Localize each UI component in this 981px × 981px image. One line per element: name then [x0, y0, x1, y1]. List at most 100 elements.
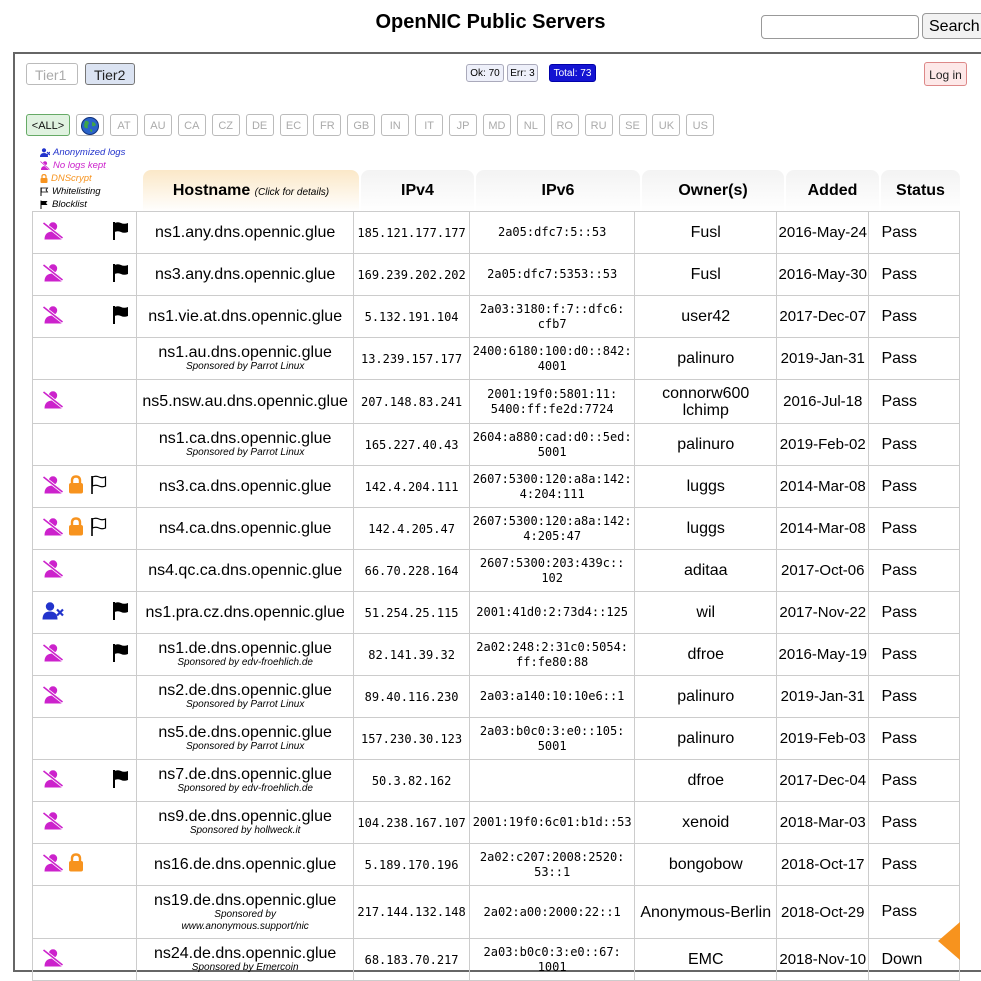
hostname-header-note: (Click for details) [254, 187, 330, 198]
hostname-link[interactable]: ns2.de.dns.opennic.glue [137, 682, 353, 699]
filter-uk-button[interactable]: UK [652, 114, 681, 136]
hostname-cell[interactable]: ns5.de.dns.opennic.glue Sponsored by Parr… [136, 717, 355, 760]
filter-au-button[interactable]: AU [143, 114, 172, 136]
hostname-cell[interactable]: ns1.vie.at.dns.opennic.glue [136, 295, 355, 338]
hostname-link[interactable]: ns5.nsw.au.dns.opennic.glue [137, 393, 353, 410]
ipv6-line: 2a02:a00:2000:22::1 [483, 904, 621, 919]
legend-blocklist-label: Blocklist [52, 199, 87, 210]
hostname-link[interactable]: ns1.ca.dns.opennic.glue [137, 430, 353, 447]
ipv4-cell: 13.239.157.177 [353, 337, 470, 380]
login-button[interactable]: Log in [924, 62, 967, 86]
filter-ca-button[interactable]: CA [177, 114, 206, 136]
hostname-cell[interactable]: ns1.any.dns.opennic.glue [136, 211, 355, 254]
total-count-badge[interactable]: Total: 73 [549, 64, 596, 82]
feature-icons-cell [31, 885, 138, 939]
hostname-link[interactable]: ns7.de.dns.opennic.glue [137, 766, 353, 783]
hostname-link[interactable]: ns3.ca.dns.opennic.glue [137, 478, 353, 495]
hostname-cell[interactable]: ns1.au.dns.opennic.glue Sponsored by Parr… [136, 337, 355, 380]
hostname-cell[interactable]: ns1.pra.cz.dns.opennic.glue [136, 591, 355, 634]
hostname-link[interactable]: ns1.vie.at.dns.opennic.glue [137, 308, 353, 325]
filter-cz-button[interactable]: CZ [211, 114, 240, 136]
tier2-button[interactable]: Tier2 [85, 63, 135, 85]
hostname-cell[interactable]: ns2.de.dns.opennic.glue Sponsored by Parr… [136, 675, 355, 718]
status-cell: Pass [868, 801, 960, 844]
ipv6-line: 2607:5300:203:439c:: [479, 555, 625, 570]
ok-count-badge[interactable]: Ok: 70 [466, 64, 504, 82]
column-header-hostname[interactable]: Hostname (Click for details) [143, 170, 359, 212]
column-header-ipv4[interactable]: IPv4 [361, 170, 474, 212]
hostname-link[interactable]: ns1.de.dns.opennic.glue [137, 640, 353, 657]
hostname-cell[interactable]: ns4.ca.dns.opennic.glue [136, 507, 355, 550]
filter-ro-button[interactable]: RO [550, 114, 579, 136]
filter-ec-button[interactable]: EC [279, 114, 308, 136]
search-button[interactable]: Search [922, 13, 981, 39]
status-cell: Pass [868, 253, 960, 296]
ipv6-cell: 2001:19f0:6c01:b1d::53 [468, 801, 636, 844]
hostname-link[interactable]: ns9.de.dns.opennic.glue [137, 808, 353, 825]
filter-us-button[interactable]: US [686, 114, 715, 136]
hostname-cell[interactable]: ns16.de.dns.opennic.glue [136, 843, 355, 886]
hostname-cell[interactable]: ns7.de.dns.opennic.glue Sponsored by edv-… [136, 759, 355, 802]
hostname-link[interactable]: ns16.de.dns.opennic.glue [137, 856, 353, 873]
column-header-added[interactable]: Added [786, 170, 879, 212]
hostname-link[interactable]: ns4.ca.dns.opennic.glue [137, 520, 353, 537]
hostname-cell[interactable]: ns1.de.dns.opennic.glue Sponsored by edv-… [136, 633, 355, 676]
hostname-link[interactable]: ns3.any.dns.opennic.glue [137, 266, 353, 283]
ipv6-line: 2a03:b0c0:3:e0::67: [483, 944, 621, 959]
hostname-link[interactable]: ns1.any.dns.opennic.glue [137, 224, 353, 241]
filter-in-button[interactable]: IN [381, 114, 410, 136]
filter-ru-button[interactable]: RU [584, 114, 613, 136]
ipv6-line: 2a02:c207:2008:2520: [479, 849, 625, 864]
hostname-cell[interactable]: ns1.ca.dns.opennic.glue Sponsored by Parr… [136, 423, 355, 466]
hostname-cell[interactable]: ns19.de.dns.opennic.glue Sponsored by www.… [136, 885, 355, 939]
filter-at-button[interactable]: AT [110, 114, 138, 136]
hostname-cell[interactable]: ns9.de.dns.opennic.glue Sponsored by holl… [136, 801, 355, 844]
hostname-link[interactable]: ns19.de.dns.opennic.glue [137, 892, 353, 909]
hostname-cell[interactable]: ns3.ca.dns.opennic.glue [136, 465, 355, 508]
anonymized-logs-icon [42, 601, 64, 624]
hostname-cell[interactable]: ns5.nsw.au.dns.opennic.glue [136, 379, 355, 424]
ipv6-cell: 2607:5300:203:439c:: 102 [468, 549, 636, 592]
column-header-status[interactable]: Status [881, 170, 960, 212]
hostname-link[interactable]: ns24.de.dns.opennic.glue [137, 945, 353, 962]
added-date-cell: 2016-May-19 [776, 633, 870, 676]
no-logs-icon [42, 475, 64, 498]
ipv4-cell: 5.132.191.104 [353, 295, 470, 338]
filter-nl-button[interactable]: NL [516, 114, 545, 136]
added-date-cell: 2019-Jan-31 [776, 337, 870, 380]
owner-cell: dfroe [634, 759, 778, 802]
hostname-link[interactable]: ns5.de.dns.opennic.glue [137, 724, 353, 741]
tier1-button[interactable]: Tier1 [26, 63, 78, 85]
search-input[interactable] [761, 15, 919, 39]
filter-md-button[interactable]: MD [482, 114, 511, 136]
ipv4-cell: 207.148.83.241 [353, 379, 470, 424]
filter-de-button[interactable]: DE [245, 114, 274, 136]
globe-filter-button[interactable] [76, 114, 104, 136]
hostname-cell[interactable]: ns3.any.dns.opennic.glue [136, 253, 355, 296]
no-logs-icon [42, 390, 64, 413]
owner-cell: palinuro [634, 337, 778, 380]
status-cell: Pass [868, 549, 960, 592]
filter-se-button[interactable]: SE [618, 114, 647, 136]
filter-gb-button[interactable]: GB [347, 114, 376, 136]
server-table: ns1.any.dns.opennic.glue 185.121.177.177 2… [31, 211, 960, 981]
hostname-link[interactable]: ns1.au.dns.opennic.glue [137, 344, 353, 361]
column-header-ipv6[interactable]: IPv6 [476, 170, 640, 212]
filter-it-button[interactable]: IT [415, 114, 444, 136]
ipv4-cell: 51.254.25.115 [353, 591, 470, 634]
column-header-owner[interactable]: Owner(s) [642, 170, 784, 212]
table-row: ns1.ca.dns.opennic.glue Sponsored by Parr… [31, 423, 960, 466]
hostname-cell[interactable]: ns4.qc.ca.dns.opennic.glue [136, 549, 355, 592]
hostname-link[interactable]: ns4.qc.ca.dns.opennic.glue [137, 562, 353, 579]
filter-all-button[interactable]: <ALL> [26, 114, 70, 136]
feature-icons-cell [31, 337, 138, 380]
owner-name: luggs [686, 478, 725, 495]
ipv6-line: 2a05:dfc7:5::53 [497, 225, 607, 239]
filter-fr-button[interactable]: FR [313, 114, 342, 136]
added-date-cell: 2017-Dec-04 [776, 759, 870, 802]
hostname-link[interactable]: ns1.pra.cz.dns.opennic.glue [137, 604, 353, 621]
table-row: ns19.de.dns.opennic.glue Sponsored by www.… [31, 885, 960, 939]
filter-jp-button[interactable]: JP [449, 114, 477, 136]
error-count-badge[interactable]: Err: 3 [507, 64, 538, 82]
added-date-cell: 2017-Oct-06 [776, 549, 870, 592]
